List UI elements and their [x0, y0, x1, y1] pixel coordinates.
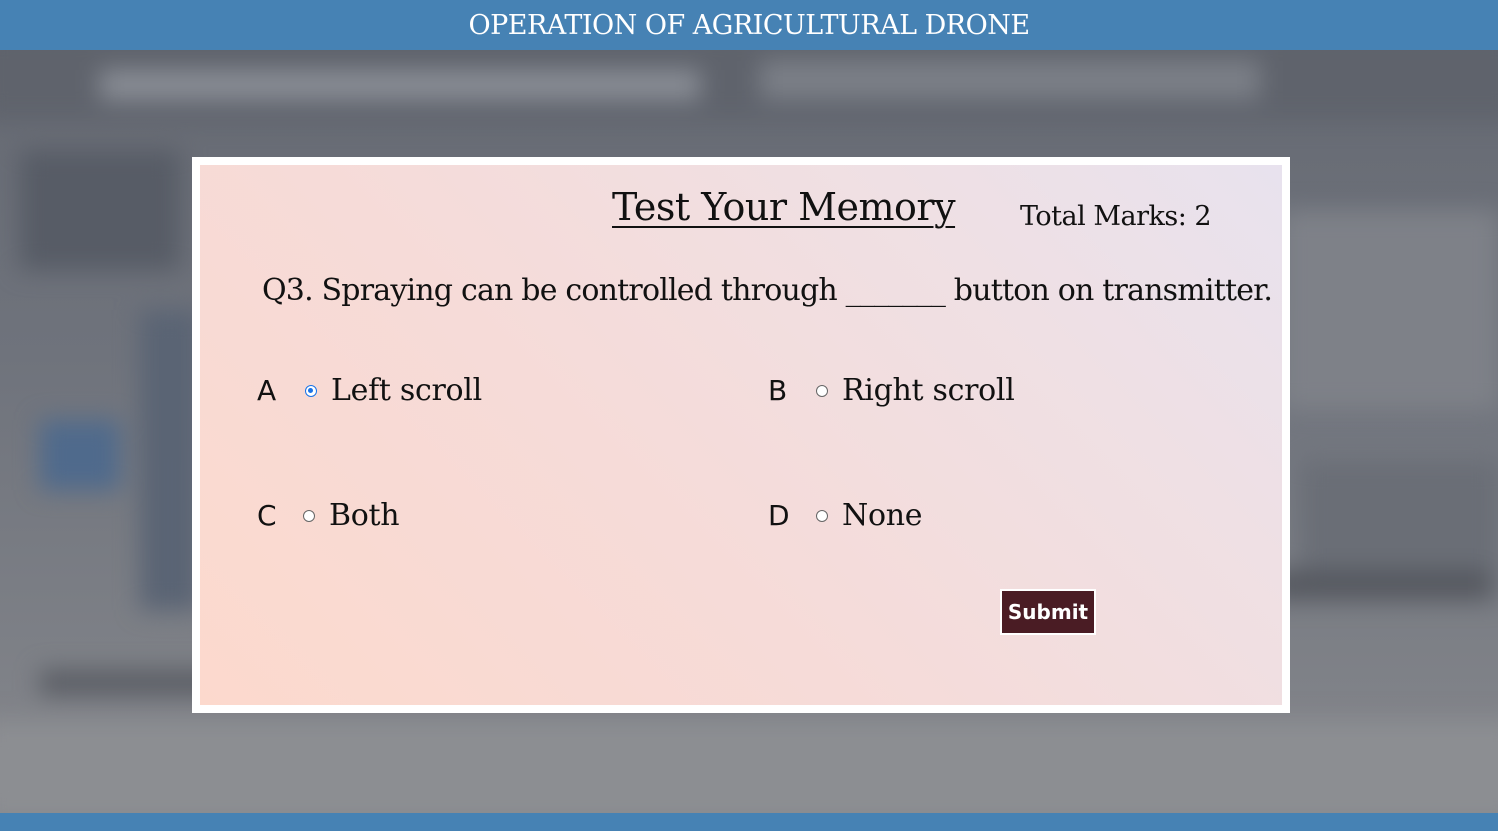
option-b-radio[interactable] [816, 384, 828, 397]
option-d-radio[interactable] [816, 509, 828, 522]
option-b[interactable]: B Right scroll [768, 373, 1015, 408]
option-label[interactable]: None [842, 498, 922, 533]
option-label[interactable]: Both [329, 498, 400, 533]
page-title: OPERATION OF AGRICULTURAL DRONE [468, 9, 1030, 41]
quiz-card: Test Your Memory Total Marks: 2 Q3. Spra… [192, 157, 1290, 713]
header-bar: OPERATION OF AGRICULTURAL DRONE [0, 0, 1498, 50]
option-label[interactable]: Right scroll [842, 373, 1015, 408]
option-letter: B [768, 374, 788, 407]
option-label[interactable]: Left scroll [331, 373, 482, 408]
question-text: Q3. Spraying can be controlled through _… [262, 273, 1273, 308]
quiz-panel: Test Your Memory Total Marks: 2 Q3. Spra… [200, 165, 1282, 705]
total-marks: Total Marks: 2 [1020, 201, 1212, 232]
footer-bar [0, 813, 1498, 831]
quiz-heading: Test Your Memory [612, 185, 956, 229]
option-letter: C [257, 499, 277, 532]
option-d[interactable]: D None [768, 498, 922, 533]
option-c-radio[interactable] [303, 509, 315, 522]
option-a-radio[interactable] [305, 384, 317, 397]
option-letter: A [257, 374, 277, 407]
option-c[interactable]: C Both [257, 498, 400, 533]
option-a[interactable]: A Left scroll [257, 373, 482, 408]
submit-button[interactable]: Submit [1000, 589, 1096, 635]
option-letter: D [768, 499, 790, 532]
